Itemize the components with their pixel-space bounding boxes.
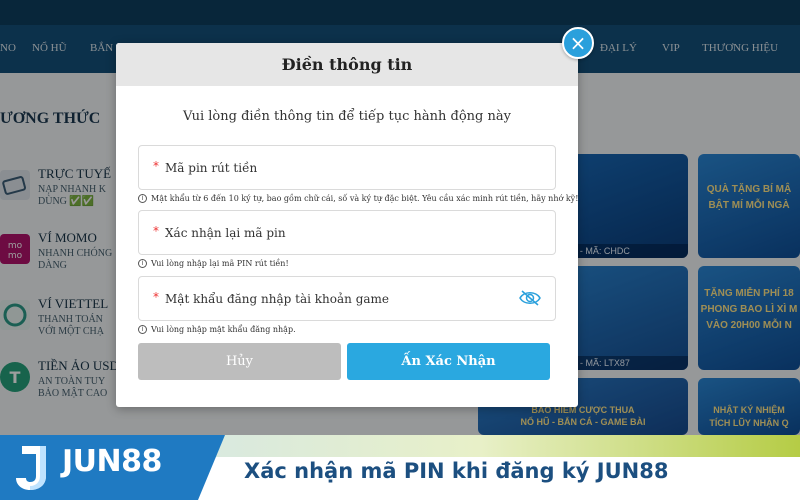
pin-hint-text: Mật khẩu từ 6 đến 10 ký tự, bao gồm chữ … [151,194,579,203]
confirm-pin-field[interactable]: * [138,210,556,255]
info-icon: i [138,325,147,334]
close-icon: × [569,31,587,55]
logo-j-icon [16,446,46,490]
logo-text: JUN88 [62,444,162,479]
required-mark: * [153,290,159,304]
banner-caption: Xác nhận mã PIN khi đăng ký JUN88 [244,459,669,483]
cancel-button[interactable]: Hủy [138,343,341,380]
info-icon: i [138,194,147,203]
login-password-input[interactable] [165,277,505,320]
login-password-hint: i Vui lòng nhập mật khẩu đăng nhập. [138,325,296,334]
required-mark: * [153,159,159,173]
info-icon: i [138,259,147,268]
login-password-hint-text: Vui lòng nhập mật khẩu đăng nhập. [151,325,296,334]
info-modal: Điền thông tin Vui lòng điền thông tin đ… [116,43,578,407]
modal-title: Điền thông tin [281,55,413,74]
login-password-field[interactable]: * [138,276,556,321]
footer-banner: JUN88 Xác nhận mã PIN khi đăng ký JUN88 [0,435,800,500]
modal-subtitle: Vui lòng điền thông tin để tiếp tục hành… [183,109,511,124]
modal-header: Điền thông tin [116,43,578,86]
confirm-pin-hint-text: Vui lòng nhập lại mã PIN rút tiền! [151,259,289,268]
close-button[interactable]: × [562,27,594,59]
confirm-button[interactable]: Ấn Xác Nhận [347,343,550,380]
pin-input[interactable] [165,146,505,189]
confirm-pin-input[interactable] [165,211,505,254]
pin-hint: i Mật khẩu từ 6 đến 10 ký tự, bao gồm ch… [138,194,578,203]
pin-field[interactable]: * [138,145,556,190]
confirm-pin-hint: i Vui lòng nhập lại mã PIN rút tiền! [138,259,289,268]
eye-icon[interactable] [519,289,541,307]
required-mark: * [153,224,159,238]
